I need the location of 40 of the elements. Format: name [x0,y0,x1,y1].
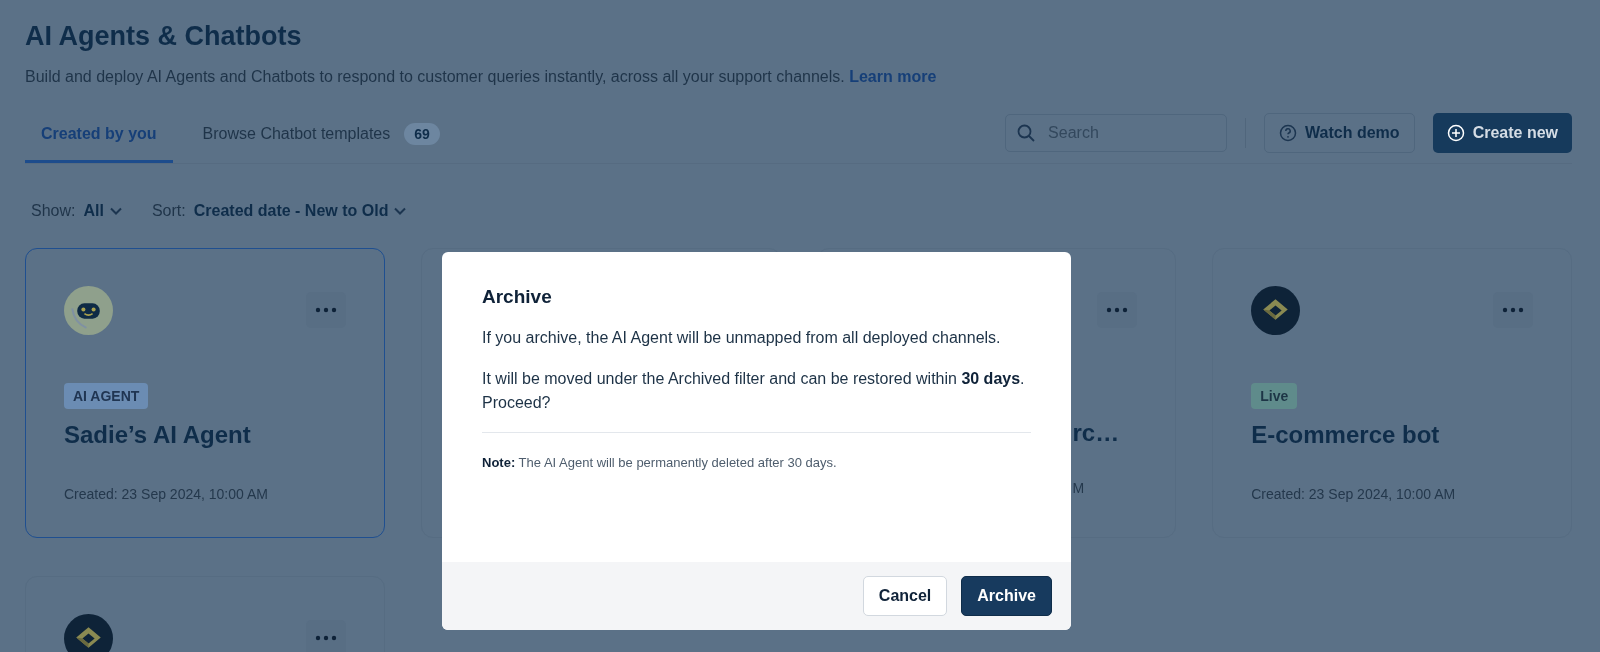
agent-name: rc… [1072,419,1121,447]
cancel-button[interactable]: Cancel [862,576,948,616]
diamond-avatar-icon [64,613,113,652]
agent-card[interactable]: AI AGENT Sadie’s AI Agent Created: 23 Sep 2024, 10:00 AM [25,248,385,538]
dialog-message: It will be moved under the Archived filter and can be restored within 30 days. Proceed? [482,369,1026,413]
count-badge: 69 [404,123,440,145]
page-description: Build and deploy AI Agents and Chatbots to respond to customer queries instantly, across all your support channels. Learn more [25,68,938,86]
created-date: Created: 23 Sep 2024, 10:00 AM [1251,486,1457,502]
agent-card[interactable]: Live E-commerce bot Created: 23 Sep 2024, 10:00 AM [1212,248,1572,538]
filter-label: Show: [31,202,76,220]
watch-demo-button[interactable]: Watch demo [1264,112,1415,153]
status-badge: AI AGENT [64,383,149,409]
page-title: AI Agents & Chatbots [25,20,303,53]
tab[interactable]: Created by you [25,108,173,163]
archive-button[interactable]: Archive [961,576,1052,616]
chevron-down-icon [394,207,407,215]
diamond-avatar-icon [1251,285,1301,335]
agent-name: Sadie’s AI Agent [64,421,252,449]
status-badge: Live [1251,383,1298,409]
dialog-title: Archive [482,286,553,308]
agent-name: E-commerce bot [1251,421,1441,449]
create-new-button[interactable]: Create new [1432,112,1572,153]
plus-circle-icon [1446,123,1465,142]
chevron-down-icon [109,207,122,215]
filter-dropdown[interactable]: All [83,202,122,220]
learn-more-link[interactable]: Learn more [849,68,937,85]
more-dots-icon [314,635,337,641]
filter-dropdown[interactable]: Created date - New to Old [193,202,407,220]
robot-avatar-icon [64,285,113,335]
more-dots-icon [1106,307,1129,313]
created-date: Created: 23 Sep 2024, 10:00 AM [64,486,269,502]
tab[interactable]: Browse Chatbot templates 69 [186,108,456,163]
search-icon [1016,122,1037,143]
dialog-message: If you archive, the AI Agent will be unmapped from all deployed channels. [482,328,1002,348]
more-dots-icon [314,307,337,313]
created-date: M [1072,480,1086,496]
help-icon [1279,123,1298,142]
dialog-note: Note: The AI Agent will be permanently deleted after 30 days. [482,454,838,472]
filter-label: Sort: [151,202,186,220]
more-dots-icon [1502,307,1524,313]
